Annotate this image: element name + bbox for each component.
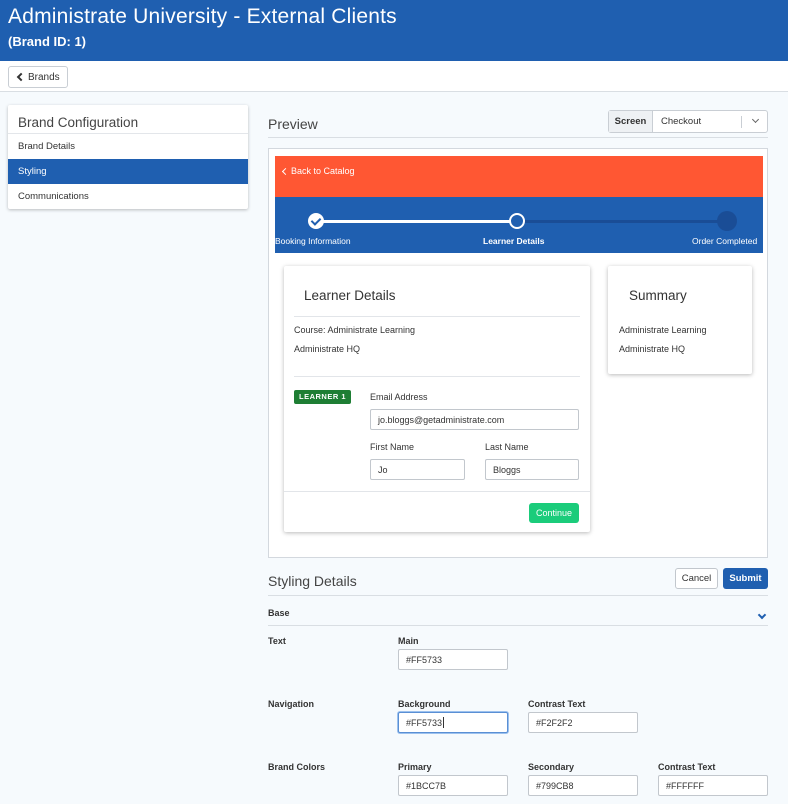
screen-select-label: Screen bbox=[609, 111, 653, 132]
base-divider bbox=[268, 625, 768, 626]
last-name-label: Last Name bbox=[485, 442, 529, 452]
screen-select-value[interactable]: Checkout bbox=[653, 111, 767, 132]
select-divider bbox=[741, 116, 742, 128]
chevron-down-icon bbox=[751, 115, 760, 124]
progress-line-complete bbox=[315, 220, 517, 223]
sidebar-item-brand-details[interactable]: Brand Details bbox=[8, 134, 248, 159]
screen-select-current: Checkout bbox=[661, 116, 702, 127]
course-name: Course: Administrate Learning bbox=[294, 325, 416, 335]
background-color-input[interactable]: #FF5733 bbox=[398, 712, 508, 733]
summary-title: Summary bbox=[629, 288, 687, 303]
styling-details-title: Styling Details bbox=[268, 573, 357, 589]
step-label-order-completed: Order Completed bbox=[692, 236, 758, 246]
text-cursor bbox=[443, 717, 445, 728]
learner-badge: LEARNER 1 bbox=[294, 390, 352, 404]
brand-colors-row-label: Brand Colors bbox=[268, 762, 326, 772]
summary-card: Summary Administrate Learning Administra… bbox=[608, 266, 752, 374]
sidebar-title: Brand Configuration bbox=[8, 105, 248, 134]
card-divider bbox=[294, 376, 580, 377]
cancel-button[interactable]: Cancel bbox=[675, 568, 718, 589]
last-name-field[interactable]: Bloggs bbox=[485, 459, 579, 480]
preview-title: Preview bbox=[268, 116, 318, 132]
text-row-label: Text bbox=[268, 636, 286, 646]
brands-back-button[interactable]: Brands bbox=[8, 66, 68, 88]
secondary-color-label: Secondary bbox=[528, 762, 575, 772]
background-color-value: #FF5733 bbox=[406, 717, 443, 728]
checkout-progress: Booking Information Learner Details Orde… bbox=[275, 197, 763, 253]
checkout-preview: Back to Catalog Booking Information Lear… bbox=[268, 148, 768, 558]
app-header: Administrate University - External Clien… bbox=[0, 0, 788, 61]
email-field[interactable]: jo.bloggs@getadministrate.com bbox=[370, 409, 579, 430]
learner-details-title: Learner Details bbox=[304, 288, 396, 303]
summary-location: Administrate HQ bbox=[619, 344, 686, 354]
step-complete-check-icon bbox=[308, 213, 324, 229]
course-location: Administrate HQ bbox=[294, 344, 361, 354]
navigation-row-label: Navigation bbox=[268, 699, 315, 709]
screen-select[interactable]: Screen Checkout bbox=[608, 110, 768, 133]
brands-back-label: Brands bbox=[28, 71, 60, 83]
background-color-label: Background bbox=[398, 699, 451, 709]
main-color-label: Main bbox=[398, 636, 419, 646]
sidebar-item-communications[interactable]: Communications bbox=[8, 184, 248, 209]
brand-contrast-text-label: Contrast Text bbox=[658, 762, 716, 772]
page-title: Administrate University - External Clien… bbox=[8, 5, 397, 28]
continue-button[interactable]: Continue bbox=[529, 503, 579, 523]
step-label-learner-details: Learner Details bbox=[483, 236, 545, 246]
primary-color-label: Primary bbox=[398, 762, 432, 772]
step-label-booking-information: Booking Information bbox=[275, 236, 351, 246]
secondary-color-input[interactable]: #799CB8 bbox=[528, 775, 638, 796]
preview-navigation-bar: Back to Catalog bbox=[275, 156, 763, 197]
base-section-toggle[interactable]: Base bbox=[268, 608, 290, 618]
nav-contrast-text-input[interactable]: #F2F2F2 bbox=[528, 712, 638, 733]
primary-color-input[interactable]: #1BCC7B bbox=[398, 775, 508, 796]
chevron-left-icon bbox=[281, 167, 290, 176]
brand-configuration-menu: Brand Configuration Brand Details Stylin… bbox=[8, 105, 248, 209]
styling-divider bbox=[268, 595, 768, 596]
card-divider bbox=[294, 316, 580, 317]
step-pending-icon bbox=[717, 211, 737, 231]
learner-details-card: Learner Details Course: Administrate Lea… bbox=[284, 266, 590, 532]
preview-divider bbox=[268, 137, 768, 138]
toolbar: Brands bbox=[0, 61, 788, 92]
chevron-down-icon[interactable] bbox=[757, 610, 767, 620]
main-color-input[interactable]: #FF5733 bbox=[398, 649, 508, 670]
progress-line-pending bbox=[517, 220, 727, 223]
brand-id: (Brand ID: 1) bbox=[8, 34, 86, 49]
email-label: Email Address bbox=[370, 392, 428, 402]
brand-contrast-text-input[interactable]: #FFFFFF bbox=[658, 775, 768, 796]
back-to-catalog-link[interactable]: Back to Catalog bbox=[291, 166, 355, 176]
step-current-icon bbox=[509, 213, 525, 229]
first-name-field[interactable]: Jo bbox=[370, 459, 465, 480]
nav-contrast-text-label: Contrast Text bbox=[528, 699, 586, 709]
card-divider bbox=[284, 491, 590, 492]
summary-course: Administrate Learning bbox=[619, 325, 707, 335]
sidebar-item-styling[interactable]: Styling bbox=[8, 159, 248, 184]
first-name-label: First Name bbox=[370, 442, 415, 452]
submit-button[interactable]: Submit bbox=[723, 568, 768, 589]
chevron-left-icon bbox=[16, 72, 26, 82]
